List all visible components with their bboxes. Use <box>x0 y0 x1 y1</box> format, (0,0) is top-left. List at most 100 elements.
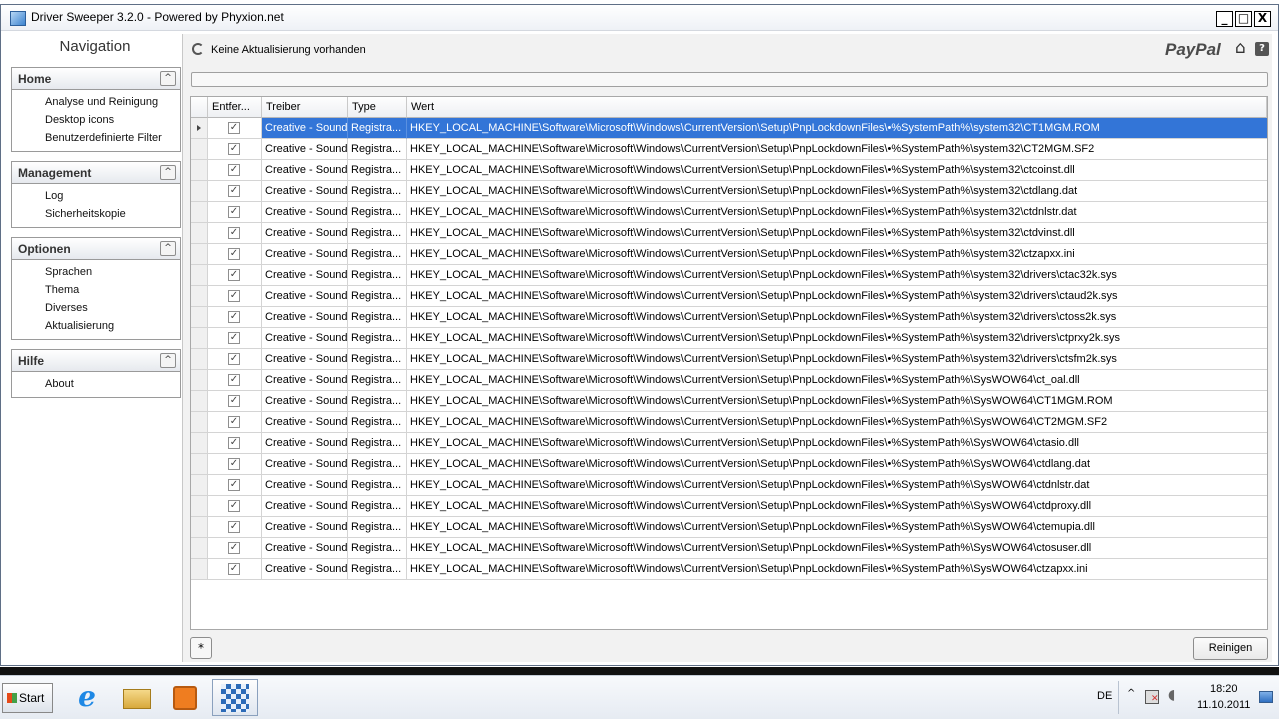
results-grid[interactable]: Entfer... Treiber Type Wert ✓ Creative - … <box>190 96 1268 630</box>
table-row[interactable]: ✓ Creative - Sound Registra... HKEY_LOCAL_M… <box>191 433 1267 454</box>
remove-checkbox[interactable]: ✓ <box>228 311 240 323</box>
remove-checkbox[interactable]: ✓ <box>228 542 240 554</box>
nav-group-header[interactable]: Management ^ <box>12 162 180 184</box>
sidebar-item[interactable]: Diverses <box>45 299 180 317</box>
remove-checkbox[interactable]: ✓ <box>228 185 240 197</box>
table-row[interactable]: ✓ Creative - Sound Registra... HKEY_LOCAL_M… <box>191 349 1267 370</box>
table-row[interactable]: ✓ Creative - Sound Registra... HKEY_LOCAL_M… <box>191 160 1267 181</box>
sidebar-item[interactable]: Analyse und Reinigung <box>45 93 180 111</box>
table-row[interactable]: ✓ Creative - Sound Registra... HKEY_LOCAL_M… <box>191 517 1267 538</box>
table-row[interactable]: ✓ Creative - Sound Registra... HKEY_LOCAL_M… <box>191 370 1267 391</box>
remove-checkbox[interactable]: ✓ <box>228 332 240 344</box>
table-row[interactable]: ✓ Creative - Sound Registra... HKEY_LOCAL_M… <box>191 559 1267 580</box>
row-selector[interactable] <box>191 244 208 265</box>
row-selector[interactable] <box>191 307 208 328</box>
maximize-button[interactable]: □ <box>1235 11 1252 27</box>
row-selector[interactable] <box>191 349 208 370</box>
row-selector[interactable] <box>191 160 208 181</box>
volume-icon[interactable]: ◖ <box>1168 687 1175 703</box>
row-selector[interactable] <box>191 139 208 160</box>
table-row[interactable]: ✓ Creative - Sound Registra... HKEY_LOCAL_M… <box>191 139 1267 160</box>
sidebar-item[interactable]: About <box>45 375 180 393</box>
sidebar-item[interactable]: Desktop icons <box>45 111 180 129</box>
remove-checkbox[interactable]: ✓ <box>228 290 240 302</box>
row-selector[interactable] <box>191 454 208 475</box>
windows-explorer-icon[interactable] <box>120 680 154 714</box>
remove-checkbox[interactable]: ✓ <box>228 479 240 491</box>
nav-group-header[interactable]: Hilfe ^ <box>12 350 180 372</box>
remove-checkbox[interactable]: ✓ <box>228 206 240 218</box>
table-row[interactable]: ✓ Creative - Sound Registra... HKEY_LOCAL_M… <box>191 265 1267 286</box>
sidebar-item[interactable]: Aktualisierung <box>45 317 180 335</box>
show-hidden-icons-icon[interactable]: ^ <box>1127 688 1135 699</box>
clock-time[interactable]: 18:20 <box>1210 683 1238 695</box>
remove-checkbox[interactable]: ✓ <box>228 143 240 155</box>
table-row[interactable]: ✓ Creative - Sound Registra... HKEY_LOCAL_M… <box>191 244 1267 265</box>
table-row[interactable]: ✓ Creative - Sound Registra... HKEY_LOCAL_M… <box>191 538 1267 559</box>
table-row[interactable]: ✓ Creative - Sound Registra... HKEY_LOCAL_M… <box>191 475 1267 496</box>
table-row[interactable]: ✓ Creative - Sound Registra... HKEY_LOCAL_M… <box>191 391 1267 412</box>
nav-group-header[interactable]: Optionen ^ <box>12 238 180 260</box>
row-selector[interactable] <box>191 412 208 433</box>
show-desktop-button[interactable] <box>1259 691 1273 703</box>
remove-checkbox[interactable]: ✓ <box>228 521 240 533</box>
language-indicator[interactable]: DE <box>1097 690 1112 702</box>
row-selector[interactable] <box>191 370 208 391</box>
table-row[interactable]: ✓ Creative - Sound Registra... HKEY_LOCAL_M… <box>191 181 1267 202</box>
home-icon[interactable]: ⌂ <box>1235 39 1246 57</box>
remove-checkbox[interactable]: ✓ <box>228 416 240 428</box>
clock-date[interactable]: 11.10.2011 <box>1197 699 1250 711</box>
nav-group-header[interactable]: Home ^ <box>12 68 180 90</box>
table-row[interactable]: ✓ Creative - Sound Registra... HKEY_LOCAL_M… <box>191 202 1267 223</box>
table-row[interactable]: ✓ Creative - Sound Registra... HKEY_LOCAL_M… <box>191 328 1267 349</box>
table-row[interactable]: ✓ Creative - Sound Registra... HKEY_LOCAL_M… <box>191 454 1267 475</box>
filter-button[interactable]: * <box>190 637 212 659</box>
row-selector[interactable] <box>191 433 208 454</box>
remove-checkbox[interactable]: ✓ <box>228 374 240 386</box>
remove-checkbox[interactable]: ✓ <box>228 500 240 512</box>
remove-checkbox[interactable]: ✓ <box>228 437 240 449</box>
remove-checkbox[interactable]: ✓ <box>228 248 240 260</box>
network-icon[interactable] <box>1145 690 1159 704</box>
sidebar-item[interactable]: Sprachen <box>45 263 180 281</box>
sidebar-item[interactable]: Benutzerdefinierte Filter <box>45 129 180 147</box>
remove-checkbox[interactable]: ✓ <box>228 458 240 470</box>
remove-checkbox[interactable]: ✓ <box>228 269 240 281</box>
media-player-icon[interactable] <box>168 680 202 714</box>
collapse-chevron-icon[interactable]: ^ <box>160 241 176 256</box>
row-selector[interactable] <box>191 265 208 286</box>
row-selector[interactable] <box>191 538 208 559</box>
collapse-chevron-icon[interactable]: ^ <box>160 353 176 368</box>
minimize-button[interactable]: _ <box>1216 11 1233 27</box>
remove-checkbox[interactable]: ✓ <box>228 122 240 134</box>
driver-sweeper-icon[interactable] <box>212 679 258 716</box>
remove-checkbox[interactable]: ✓ <box>228 563 240 575</box>
remove-checkbox[interactable]: ✓ <box>228 353 240 365</box>
row-selector[interactable] <box>191 202 208 223</box>
paypal-logo[interactable]: PayPal <box>1165 40 1221 60</box>
row-selector[interactable] <box>191 328 208 349</box>
help-icon[interactable]: ? <box>1255 42 1269 56</box>
clean-button[interactable]: Reinigen <box>1193 637 1268 660</box>
collapse-chevron-icon[interactable]: ^ <box>160 71 176 86</box>
table-row[interactable]: ✓ Creative - Sound Registra... HKEY_LOCAL_M… <box>191 412 1267 433</box>
row-selector[interactable] <box>191 118 208 139</box>
row-selector[interactable] <box>191 391 208 412</box>
table-row[interactable]: ✓ Creative - Sound Registra... HKEY_LOCAL_M… <box>191 496 1267 517</box>
column-header-driver[interactable]: Treiber <box>262 97 348 118</box>
remove-checkbox[interactable]: ✓ <box>228 227 240 239</box>
row-selector[interactable] <box>191 181 208 202</box>
row-selector[interactable] <box>191 223 208 244</box>
column-header-value[interactable]: Wert <box>407 97 1267 118</box>
row-selector[interactable] <box>191 517 208 538</box>
table-row[interactable]: ✓ Creative - Sound Registra... HKEY_LOCAL_M… <box>191 223 1267 244</box>
column-header-type[interactable]: Type <box>348 97 407 118</box>
table-row[interactable]: ✓ Creative - Sound Registra... HKEY_LOCAL_M… <box>191 118 1267 139</box>
start-button[interactable]: Start <box>2 683 53 713</box>
close-button[interactable]: X <box>1254 11 1271 27</box>
row-selector[interactable] <box>191 475 208 496</box>
row-selector[interactable] <box>191 559 208 580</box>
sidebar-item[interactable]: Sicherheitskopie <box>45 205 180 223</box>
row-selector[interactable] <box>191 286 208 307</box>
remove-checkbox[interactable]: ✓ <box>228 164 240 176</box>
